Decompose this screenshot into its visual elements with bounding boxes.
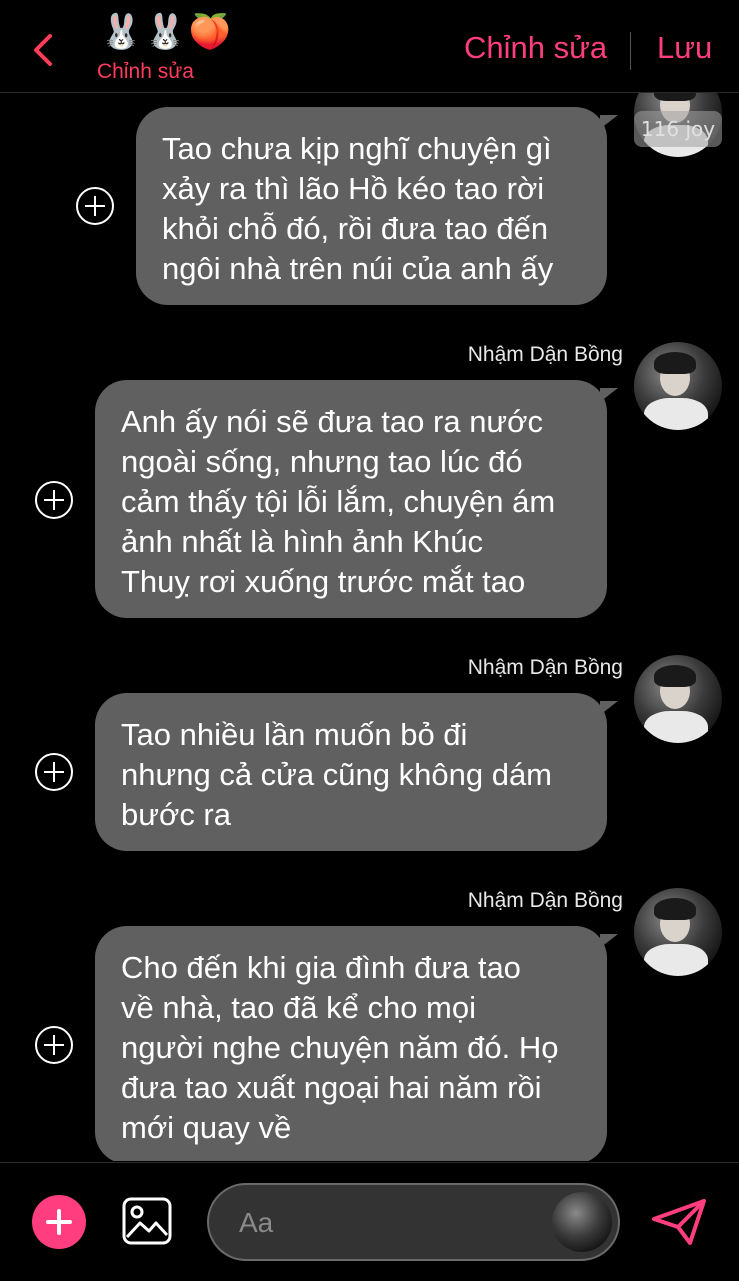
chat-name[interactable]: Chỉnh sửa [97, 60, 194, 84]
save-button[interactable]: Lưu [657, 30, 712, 66]
message-action-plus-icon[interactable] [76, 187, 114, 225]
message-line: mới quay về [121, 1110, 292, 1145]
message-input[interactable] [237, 1201, 541, 1245]
sender-name: Nhậm Dận Bồng [467, 343, 623, 366]
send-icon[interactable] [650, 1197, 708, 1247]
avatar-label: 116 joy [634, 111, 722, 147]
message-thread[interactable]: 116 joy Tao chưa kịp nghĩ chuyện gì xảy … [0, 93, 739, 1161]
message-line: ngoài sống, nhưng tao lúc đó [121, 444, 523, 479]
add-plus-icon[interactable] [32, 1195, 86, 1249]
message-action-plus-icon[interactable] [35, 1026, 73, 1064]
sender-name: Nhậm Dận Bồng [467, 889, 623, 912]
avatar[interactable] [634, 342, 722, 430]
message-line: ngôi nhà trên núi của anh ấy [162, 251, 554, 286]
message-line: Anh ấy nói sẽ đưa tao ra nước [121, 404, 544, 439]
message-line: người nghe chuyện năm đó. Họ [121, 1030, 559, 1065]
message-line: Tao nhiều lần muốn bỏ đi [121, 717, 468, 752]
header-divider [630, 32, 631, 70]
avatar[interactable] [552, 1192, 612, 1252]
bubble-tail [600, 115, 618, 129]
message-line: nhưng cả cửa cũng không dám [121, 757, 553, 792]
avatar[interactable] [634, 888, 722, 976]
message-line: xảy ra thì lão Hồ kéo tao rời [162, 171, 545, 206]
avatar[interactable] [634, 655, 722, 743]
message-line: Thuỵ rơi xuống trước mắt tao [121, 564, 526, 599]
message-line: Tao chưa kịp nghĩ chuyện gì [162, 131, 552, 166]
message-bubble[interactable]: Tao chưa kịp nghĩ chuyện gì xảy ra thì l… [136, 107, 607, 305]
edit-button[interactable]: Chỉnh sửa [464, 30, 607, 66]
message-bubble[interactable]: Anh ấy nói sẽ đưa tao ra nước ngoài sống… [95, 380, 607, 618]
message-line: ảnh nhất là hình ảnh Khúc [121, 524, 483, 559]
message-bubble[interactable]: Tao nhiều lần muốn bỏ đi nhưng cả cửa cũ… [95, 693, 607, 851]
back-chevron-icon[interactable] [30, 30, 58, 70]
bubble-tail [600, 701, 618, 715]
message-line: Cho đến khi gia đình đưa tao [121, 950, 521, 985]
chat-header: 🐰🐰🍑 Chỉnh sửa Chỉnh sửa Lưu [0, 0, 739, 93]
image-icon[interactable] [122, 1197, 172, 1245]
message-line: khỏi chỗ đó, rồi đưa tao đến [162, 211, 549, 246]
message-line: về nhà, tao đã kể cho mọi [121, 990, 477, 1025]
message-input-container[interactable] [207, 1183, 620, 1261]
message-bubble[interactable]: Cho đến khi gia đình đưa tao về nhà, tao… [95, 926, 607, 1161]
bubble-tail [600, 934, 618, 948]
composer-bar [0, 1162, 739, 1281]
sender-name: Nhậm Dận Bồng [467, 656, 623, 679]
group-emoji-avatar[interactable]: 🐰🐰🍑 [100, 10, 233, 54]
message-line: đưa tao xuất ngoại hai năm rồi [121, 1070, 542, 1105]
message-action-plus-icon[interactable] [35, 753, 73, 791]
bubble-tail [600, 388, 618, 402]
message-line: bước ra [121, 797, 231, 832]
message-line: cảm thấy tội lỗi lắm, chuyện ám [121, 484, 556, 519]
message-action-plus-icon[interactable] [35, 481, 73, 519]
